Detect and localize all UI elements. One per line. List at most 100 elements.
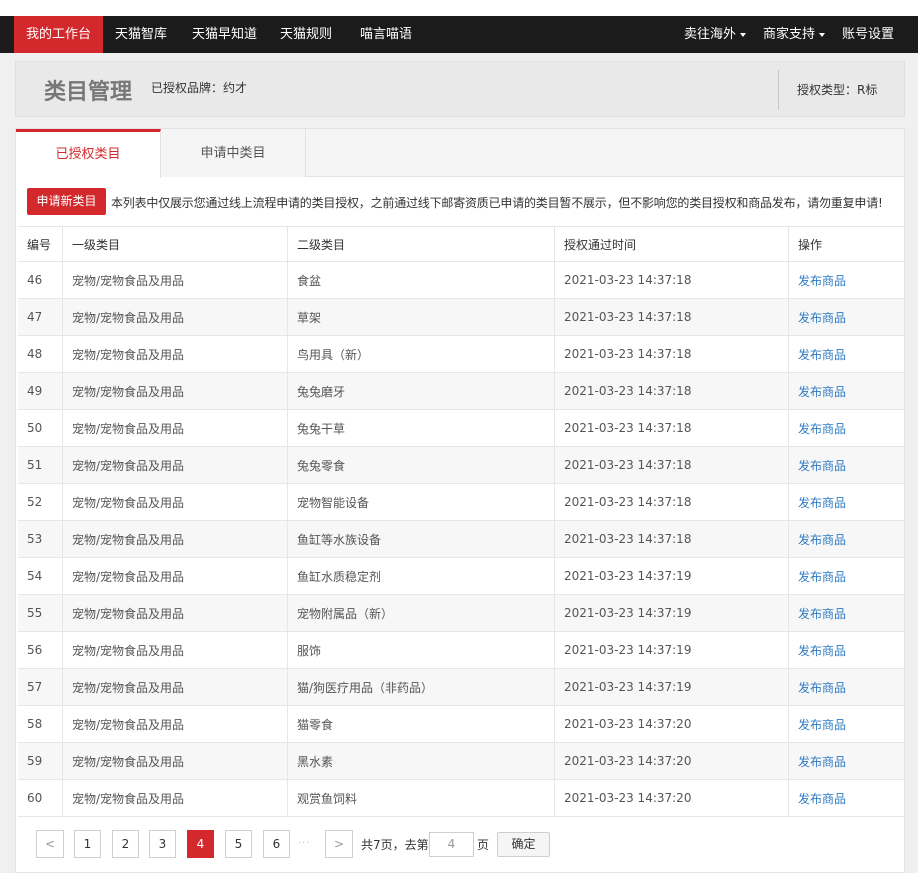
publish-product-link[interactable]: 发布商品 <box>798 420 846 437</box>
caret-down-icon <box>819 32 826 37</box>
publish-product-link[interactable]: 发布商品 <box>798 309 846 326</box>
cell-id: 49 <box>18 373 63 409</box>
nav-item-label: 商家支持 <box>763 27 816 42</box>
cell-level1-category: 宠物/宠物食品及用品 <box>63 373 288 409</box>
goto-page-input[interactable]: 4 <box>429 832 474 857</box>
cell-action: 发布商品 <box>789 706 904 742</box>
nav-item-tmall-early-know[interactable]: 天猫早知道 <box>192 16 257 53</box>
table-row: 59 宠物/宠物食品及用品 黑水素 2021-03-23 14:37:20 发布商品 <box>18 743 904 780</box>
cell-action: 发布商品 <box>789 299 904 335</box>
publish-product-link[interactable]: 发布商品 <box>798 568 846 585</box>
apply-new-category-button[interactable]: 申请新类目 <box>27 188 106 215</box>
page-button-3[interactable]: 3 <box>149 830 176 858</box>
cell-level1-category: 宠物/宠物食品及用品 <box>63 410 288 446</box>
cell-id: 50 <box>18 410 63 446</box>
cell-id: 48 <box>18 336 63 372</box>
top-spacer <box>0 0 918 16</box>
tab-pending-categories[interactable]: 申请中类目 <box>161 129 306 177</box>
cell-level2-category: 食盆 <box>288 262 555 298</box>
publish-product-link[interactable]: 发布商品 <box>798 531 846 548</box>
cell-auth-time: 2021-03-23 14:37:19 <box>555 669 789 705</box>
caret-down-icon <box>740 32 747 37</box>
cell-action: 发布商品 <box>789 743 904 779</box>
column-header-id: 编号 <box>18 227 63 261</box>
category-tabs: 已授权类目 申请中类目 <box>16 129 904 178</box>
publish-product-link[interactable]: 发布商品 <box>798 679 846 696</box>
cell-id: 54 <box>18 558 63 594</box>
page-suffix-text: 页 <box>477 838 490 852</box>
cell-auth-time: 2021-03-23 14:37:20 <box>555 780 789 816</box>
table-row: 46 宠物/宠物食品及用品 食盆 2021-03-23 14:37:18 发布商品 <box>18 262 904 299</box>
nav-item-merchant-support[interactable]: 商家支持 <box>763 16 826 53</box>
cell-level2-category: 服饰 <box>288 632 555 668</box>
table-row: 49 宠物/宠物食品及用品 兔兔磨牙 2021-03-23 14:37:18 发布商品 <box>18 373 904 410</box>
cell-auth-time: 2021-03-23 14:37:18 <box>555 484 789 520</box>
nav-item-tmall-rules[interactable]: 天猫规则 <box>280 16 332 53</box>
cell-auth-time: 2021-03-23 14:37:18 <box>555 299 789 335</box>
cell-level2-category: 草架 <box>288 299 555 335</box>
prev-page-button[interactable]: < <box>36 830 64 858</box>
cell-id: 60 <box>18 780 63 816</box>
nav-item-meow-talk[interactable]: 喵言喵语 <box>360 16 412 53</box>
cell-level1-category: 宠物/宠物食品及用品 <box>63 262 288 298</box>
column-header-level1: 一级类目 <box>63 227 288 261</box>
nav-item-sell-overseas[interactable]: 卖往海外 <box>684 16 747 53</box>
nav-item-tmall-think-tank[interactable]: 天猫智库 <box>115 16 167 53</box>
authorized-brand: 已授权品牌：约才 <box>151 81 248 95</box>
publish-product-link[interactable]: 发布商品 <box>798 642 846 659</box>
cell-id: 57 <box>18 669 63 705</box>
page-button-1[interactable]: 1 <box>74 830 101 858</box>
confirm-goto-button[interactable]: 确定 <box>497 832 550 857</box>
cell-action: 发布商品 <box>789 521 904 557</box>
publish-product-link[interactable]: 发布商品 <box>798 457 846 474</box>
publish-product-link[interactable]: 发布商品 <box>798 605 846 622</box>
cell-action: 发布商品 <box>789 484 904 520</box>
publish-product-link[interactable]: 发布商品 <box>798 494 846 511</box>
cell-action: 发布商品 <box>789 373 904 409</box>
page-button-5[interactable]: 5 <box>225 830 252 858</box>
publish-product-link[interactable]: 发布商品 <box>798 790 846 807</box>
publish-product-link[interactable]: 发布商品 <box>798 272 846 289</box>
table-row: 51 宠物/宠物食品及用品 兔兔零食 2021-03-23 14:37:18 发布商品 <box>18 447 904 484</box>
nav-item-account-settings[interactable]: 账号设置 <box>842 16 894 53</box>
cell-auth-time: 2021-03-23 14:37:18 <box>555 447 789 483</box>
nav-item-workbench[interactable]: 我的工作台 <box>14 16 104 53</box>
cell-level2-category: 兔兔零食 <box>288 447 555 483</box>
cell-auth-time: 2021-03-23 14:37:19 <box>555 595 789 631</box>
category-panel: 已授权类目 申请中类目 申请新类目 本列表中仅展示您通过线上流程申请的类目授权，… <box>15 128 905 873</box>
cell-level2-category: 观赏鱼饲料 <box>288 780 555 816</box>
cell-level2-category: 鸟用具（新） <box>288 336 555 372</box>
page-header: 类目管理 已授权品牌：约才 授权类型：R标 <box>15 61 905 117</box>
total-pages-text: 共7页，去第 <box>361 838 429 852</box>
cell-id: 47 <box>18 299 63 335</box>
publish-product-link[interactable]: 发布商品 <box>798 346 846 363</box>
publish-product-link[interactable]: 发布商品 <box>798 716 846 733</box>
cell-level2-category: 兔兔干草 <box>288 410 555 446</box>
cell-auth-time: 2021-03-23 14:37:20 <box>555 743 789 779</box>
cell-level2-category: 宠物智能设备 <box>288 484 555 520</box>
publish-product-link[interactable]: 发布商品 <box>798 383 846 400</box>
cell-level2-category: 鱼缸等水族设备 <box>288 521 555 557</box>
cell-action: 发布商品 <box>789 410 904 446</box>
cell-level2-category: 鱼缸水质稳定剂 <box>288 558 555 594</box>
publish-product-link[interactable]: 发布商品 <box>798 753 846 770</box>
cell-level1-category: 宠物/宠物食品及用品 <box>63 521 288 557</box>
next-page-button[interactable]: > <box>325 830 353 858</box>
tab-authorized-categories[interactable]: 已授权类目 <box>16 129 161 178</box>
page-button-6[interactable]: 6 <box>263 830 290 858</box>
page-button-4-current[interactable]: 4 <box>187 830 214 858</box>
table-row: 54 宠物/宠物食品及用品 鱼缸水质稳定剂 2021-03-23 14:37:19 发布… <box>18 558 904 595</box>
cell-level2-category: 黑水素 <box>288 743 555 779</box>
page-button-2[interactable]: 2 <box>112 830 139 858</box>
cell-auth-time: 2021-03-23 14:37:19 <box>555 632 789 668</box>
table-row: 53 宠物/宠物食品及用品 鱼缸等水族设备 2021-03-23 14:37:18 发布… <box>18 521 904 558</box>
page-title: 类目管理 <box>44 80 133 105</box>
cell-level1-category: 宠物/宠物食品及用品 <box>63 336 288 372</box>
cell-level1-category: 宠物/宠物食品及用品 <box>63 706 288 742</box>
cell-action: 发布商品 <box>789 262 904 298</box>
table-row: 52 宠物/宠物食品及用品 宠物智能设备 2021-03-23 14:37:18 发布商… <box>18 484 904 521</box>
cell-action: 发布商品 <box>789 558 904 594</box>
cell-id: 58 <box>18 706 63 742</box>
table-row: 48 宠物/宠物食品及用品 鸟用具（新） 2021-03-23 14:37:18 发布商… <box>18 336 904 373</box>
cell-auth-time: 2021-03-23 14:37:18 <box>555 336 789 372</box>
